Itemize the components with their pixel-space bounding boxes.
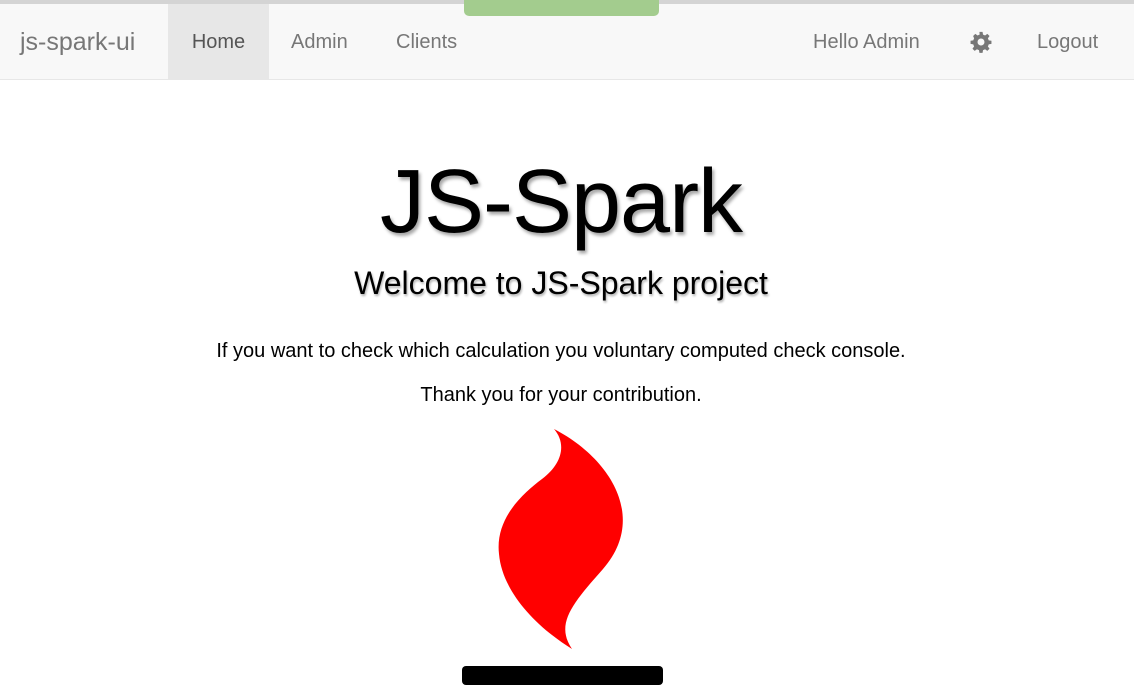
nav-item-admin[interactable]: Admin [291, 4, 348, 80]
flame-icon [498, 429, 623, 649]
loading-indicator [464, 0, 659, 16]
hero-subtitle: Welcome to JS-Spark project [354, 265, 768, 301]
settings-button[interactable] [969, 4, 993, 80]
gear-icon [970, 31, 992, 53]
user-greeting[interactable]: Hello Admin [813, 4, 920, 80]
page: js-spark-ui Home Admin Clients Hello Adm… [0, 0, 1134, 700]
hero-thanks: Thank you for your contribution. [420, 384, 702, 406]
nav-item-clients[interactable]: Clients [396, 4, 457, 80]
hero-section: JS-Spark Welcome to JS-Spark project If … [0, 80, 1134, 700]
nav-item-home[interactable]: Home [168, 4, 269, 80]
logout-button[interactable]: Logout [1037, 4, 1098, 80]
hero-title: JS-Spark [379, 152, 743, 252]
hero-console-note: If you want to check which calculation y… [216, 340, 906, 362]
flame-base [462, 666, 663, 685]
brand-link[interactable]: js-spark-ui [20, 4, 135, 80]
